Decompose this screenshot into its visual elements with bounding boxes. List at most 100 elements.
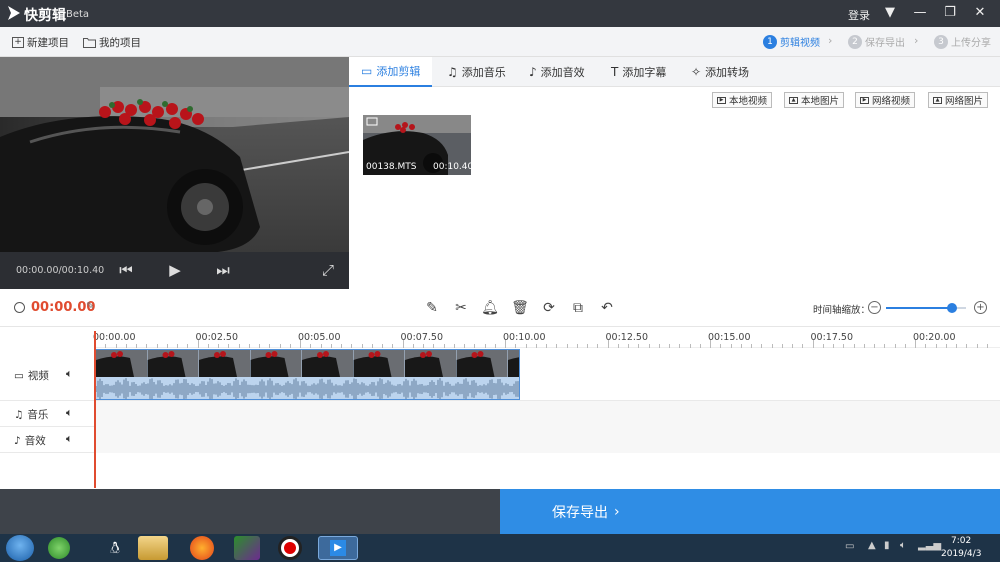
preview-controls: 00:00.00/00:10.40 ⏮ ▶ ⏭ ⤢: [0, 252, 349, 289]
timeline-ruler[interactable]: 00:00.00 00:02.50 00:05.00 00:07.50 00:10.00…: [93, 327, 1000, 348]
step-label: 保存导出: [865, 38, 905, 49]
source-label: 本地视频: [729, 96, 768, 107]
ruler-tick-label: 00:17.50: [810, 332, 854, 343]
track-row-sound-effect: ♪ 音效 🔈︎: [0, 427, 1000, 453]
app-logo-icon: ▶: [330, 540, 346, 556]
tab-add-sound-effect[interactable]: ♪ 添加音效: [517, 57, 597, 87]
save-export-button[interactable]: 保存导出 ›: [500, 489, 1000, 534]
file-explorer-icon[interactable]: [138, 536, 168, 560]
ruler-tick-label: 00:05.00: [298, 332, 341, 343]
tab-add-subtitle[interactable]: T 添加字幕: [599, 57, 678, 87]
firefox-icon[interactable]: [190, 536, 214, 560]
close-icon[interactable]: ✕: [970, 4, 990, 22]
undo-icon[interactable]: ↶: [598, 299, 616, 317]
sound-effect-icon: ♪: [529, 65, 537, 79]
step-edit-video[interactable]: 1 剪辑视频: [763, 34, 820, 49]
source-label: 网络视频: [872, 96, 911, 107]
ruler-tick-mark: [402, 340, 404, 348]
track-header-column: [0, 348, 95, 488]
image-icon: ▲: [789, 96, 798, 104]
clip-frame: [405, 350, 456, 377]
app-logo-icon: [8, 6, 20, 20]
step-label: 剪辑视频: [780, 38, 820, 49]
volume-tray-icon[interactable]: 🔈︎: [900, 540, 906, 551]
online-video-button[interactable]: ▶ 网络视频: [855, 92, 916, 108]
record-icon[interactable]: [278, 536, 302, 560]
minimize-icon[interactable]: —: [910, 4, 930, 22]
pencil-icon[interactable]: ✎: [423, 299, 441, 317]
tab-label: 添加剪辑: [376, 65, 421, 78]
battery-icon[interactable]: ▮: [884, 540, 890, 551]
step-save-export[interactable]: 2 保存导出: [848, 34, 905, 49]
clip-frame: [250, 350, 302, 377]
clip-thumbnail[interactable]: 00138.MTS 00:10.40: [363, 115, 471, 175]
clip-frame: [508, 350, 519, 377]
play-icon[interactable]: ▶: [165, 261, 185, 279]
transition-icon: ✧: [691, 65, 702, 79]
record-dot: [284, 542, 296, 554]
media-app-icon[interactable]: [234, 536, 260, 560]
playhead[interactable]: [94, 331, 96, 488]
text-icon: T: [611, 65, 619, 79]
tab-label: 添加音乐: [461, 66, 506, 79]
ruler-tick-mark: [607, 340, 609, 348]
step-label: 上传分享: [951, 38, 991, 49]
plus-icon: +: [12, 37, 24, 48]
clip-frame: [147, 350, 199, 377]
browser-360-icon[interactable]: [48, 537, 70, 559]
tab-add-transition[interactable]: ✧ 添加转场: [679, 57, 761, 87]
tab-add-music[interactable]: ♫ 添加音乐: [435, 57, 518, 87]
local-video-button[interactable]: ▶ 本地视频: [712, 92, 773, 108]
trash-icon[interactable]: 🗑︎: [511, 299, 529, 317]
keyboard-icon[interactable]: ▭: [845, 541, 854, 552]
clock-icon: [14, 302, 25, 313]
qq-icon[interactable]: 🐧︎: [98, 536, 132, 560]
new-project-button[interactable]: + 新建项目: [12, 35, 69, 50]
export-label: 保存导出: [552, 504, 608, 521]
next-frame-icon[interactable]: ⏭: [213, 261, 233, 279]
maximize-icon[interactable]: ❐: [940, 4, 960, 22]
preview-frame-image: [0, 57, 349, 253]
bell-icon[interactable]: 🔔︎: [481, 299, 499, 317]
copy-icon[interactable]: ⧉: [569, 299, 587, 317]
fullscreen-icon[interactable]: ⤢: [318, 261, 338, 279]
source-label: 网络图片: [945, 96, 984, 107]
music-track-lane[interactable]: [95, 401, 1000, 427]
clip-name: 00138.MTS: [366, 162, 417, 172]
crop-icon[interactable]: ⟳: [540, 299, 558, 317]
scissors-icon[interactable]: ✂: [452, 299, 470, 317]
clip-frame: [456, 350, 508, 377]
tab-label: 添加转场: [705, 66, 750, 79]
sound-effect-track-lane[interactable]: [95, 427, 1000, 453]
taskbar-time: 7:02: [951, 536, 972, 546]
step-upload-share[interactable]: 3 上传分享: [934, 34, 991, 49]
menu-dropdown-icon[interactable]: ▼: [880, 4, 900, 22]
show-hidden-icon[interactable]: ▲: [868, 540, 876, 551]
clip-frame: [302, 350, 353, 377]
clip-duration: 00:10.40: [433, 162, 471, 172]
my-projects-label: 我的项目: [99, 37, 141, 49]
login-link[interactable]: 登录: [848, 7, 870, 23]
previous-frame-icon[interactable]: ⏮: [116, 261, 136, 279]
windows-taskbar: 🐧︎ ▶ ▭ ▲ ▮ 🔈︎ ▂▃▅: [0, 534, 1000, 562]
new-project-label: 新建项目: [27, 37, 69, 49]
kuaijianji-taskbar-icon[interactable]: ▶: [318, 536, 358, 560]
online-image-button[interactable]: ▲ 网络图片: [928, 92, 989, 108]
app-title: 快剪辑: [24, 8, 66, 24]
zoom-in-icon[interactable]: +: [974, 301, 987, 314]
tab-add-clip[interactable]: ▭ 添加剪辑: [349, 57, 433, 87]
zoom-slider-knob[interactable]: [946, 303, 957, 313]
my-projects-button[interactable]: 我的项目: [83, 35, 141, 50]
zoom-out-icon[interactable]: −: [868, 301, 881, 314]
local-image-button[interactable]: ▲ 本地图片: [784, 92, 845, 108]
step-number: 1: [763, 34, 777, 49]
chevron-right-icon: ›: [914, 34, 919, 47]
playback-time: 00:00.00/00:10.40: [16, 265, 105, 276]
music-icon: ♫: [447, 65, 458, 79]
start-button-icon[interactable]: [6, 535, 34, 561]
network-icon[interactable]: ▂▃▅: [918, 540, 941, 551]
title-bar: 快剪辑 Beta 登录 ▼ — ❐ ✕: [0, 0, 1000, 27]
timeline-video-clip[interactable]: [95, 349, 520, 400]
edit-time-icon[interactable]: ✎: [86, 301, 94, 312]
clip-frame: [199, 350, 250, 377]
